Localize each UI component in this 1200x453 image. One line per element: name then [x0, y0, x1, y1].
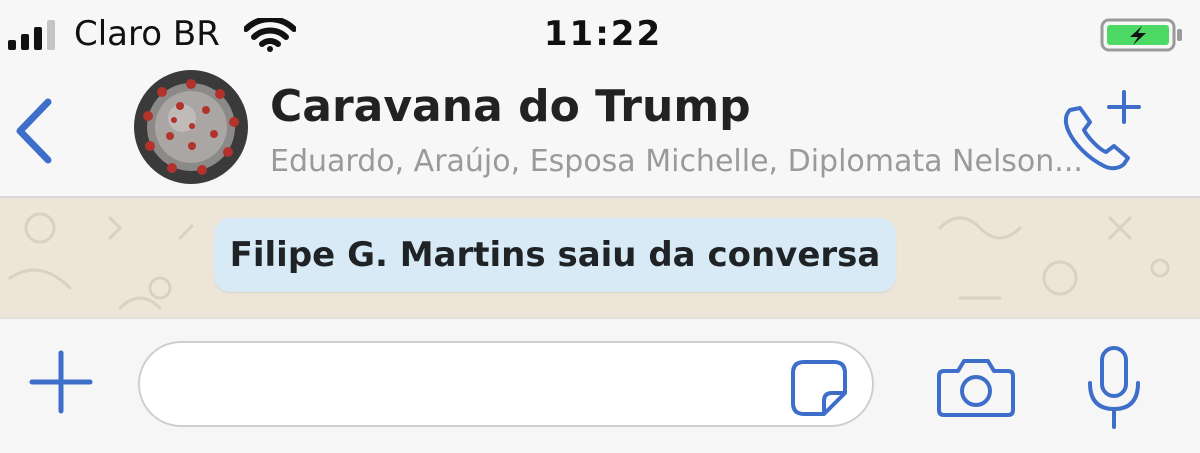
camera-icon[interactable] [936, 355, 1016, 419]
status-bar: Claro BR 11:22 [0, 0, 1200, 68]
status-clock: 11:22 [543, 14, 663, 54]
chevron-left-icon[interactable] [10, 96, 60, 166]
message-composer [0, 318, 1200, 453]
microphone-icon[interactable] [1082, 345, 1146, 431]
message-input[interactable] [138, 341, 874, 427]
group-avatar[interactable] [134, 70, 248, 184]
phone-screen: Claro BR 11:22 Caravana do Trump Eduardo… [0, 0, 1200, 453]
chat-title[interactable]: Caravana do Trump [270, 78, 751, 136]
phone-plus-icon[interactable] [1056, 88, 1146, 178]
sticker-icon[interactable] [790, 359, 848, 417]
system-message-bubble: Filipe G. Martins saiu da conversa [214, 218, 896, 292]
battery-charging-icon [1100, 18, 1182, 52]
chat-messages-area: Filipe G. Martins saiu da conversa [0, 198, 1200, 318]
chat-header: Caravana do Trump Eduardo, Araújo, Espos… [0, 68, 1200, 198]
plus-icon[interactable] [28, 349, 94, 415]
chat-members-list[interactable]: Eduardo, Araújo, Esposa Michelle, Diplom… [270, 142, 1110, 182]
